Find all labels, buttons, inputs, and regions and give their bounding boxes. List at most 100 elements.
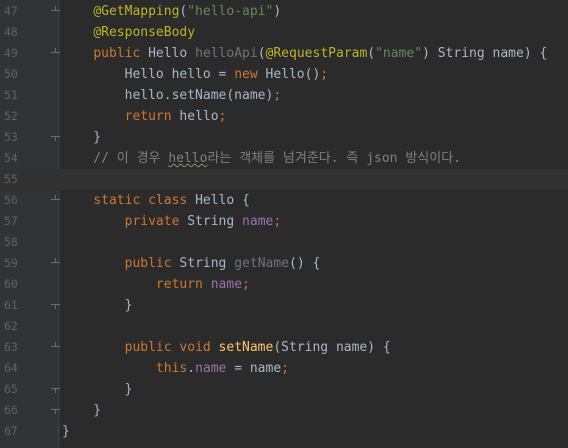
code-line[interactable]: 61 }	[0, 295, 568, 316]
code-token: helloApi	[195, 46, 258, 61]
code-text: hello.setName(name);	[62, 85, 282, 106]
line-number: 58	[4, 235, 18, 249]
code-token: public	[124, 256, 180, 271]
line-number: 67	[4, 424, 18, 438]
code-token: public void	[124, 340, 219, 355]
code-token: return	[124, 109, 180, 124]
code-token: new	[234, 67, 266, 82]
line-number: 48	[4, 25, 18, 39]
code-text: public String getName() {	[62, 253, 321, 274]
fold-collapse-icon[interactable]	[51, 48, 60, 57]
code-token: 라는 객체를 넘겨준다. 즉 json 방식이다.	[207, 151, 462, 166]
code-text: @GetMapping("hello-api")	[62, 1, 281, 22]
code-line[interactable]: 56 static class Hello {	[0, 190, 568, 211]
line-number: 64	[4, 361, 18, 375]
code-token: }	[62, 403, 102, 418]
code-text: }	[62, 400, 101, 421]
fold-collapse-icon[interactable]	[51, 342, 60, 351]
code-token: name	[195, 361, 227, 376]
fold-collapse-icon[interactable]	[51, 258, 60, 267]
code-line[interactable]: 58	[0, 232, 568, 253]
code-token: ;	[218, 109, 227, 124]
code-line[interactable]: 60 return name;	[0, 274, 568, 295]
code-text: static class Hello {	[62, 190, 250, 211]
code-token: Hello {	[195, 193, 250, 208]
fold-end-icon[interactable]	[51, 132, 60, 141]
code-token: @ResponseBody	[93, 25, 196, 40]
code-text: }	[62, 379, 133, 400]
code-token: (	[257, 46, 266, 61]
line-number: 49	[4, 46, 18, 60]
code-token: "hello-api"	[187, 4, 274, 19]
code-line[interactable]: 49 public Hello helloApi(@RequestParam("…	[0, 43, 568, 64]
fold-end-icon[interactable]	[51, 300, 60, 309]
code-token: ;	[281, 361, 289, 376]
code-line[interactable]: 66 }	[0, 400, 568, 421]
code-line[interactable]: 55	[0, 169, 568, 190]
line-number: 52	[4, 109, 18, 123]
code-token: .	[187, 361, 196, 376]
line-number: 59	[4, 256, 18, 270]
line-number: 54	[4, 151, 18, 165]
code-token: ;	[273, 214, 282, 229]
line-number: 51	[4, 88, 18, 102]
line-number: 66	[4, 403, 18, 417]
code-text: }	[62, 421, 70, 442]
code-text: }	[62, 295, 133, 316]
code-token: "name"	[375, 46, 423, 61]
code-text: private String name;	[62, 211, 282, 232]
code-line[interactable]: 51 hello.setName(name);	[0, 85, 568, 106]
code-text: public Hello helloApi(@RequestParam("nam…	[62, 43, 547, 64]
code-token: () {	[289, 256, 321, 271]
line-number: 62	[4, 319, 18, 333]
code-line[interactable]: 59 public String getName() {	[0, 253, 568, 274]
code-line[interactable]: 57 private String name;	[0, 211, 568, 232]
code-line[interactable]: 54 // 이 경우 hello라는 객체를 넘겨준다. 즉 json 방식이다…	[0, 148, 568, 169]
code-text: return hello;	[62, 106, 227, 127]
fold-collapse-icon[interactable]	[51, 195, 60, 204]
code-line[interactable]: 48 @ResponseBody	[0, 22, 568, 43]
code-token: = name	[226, 361, 282, 376]
code-text: Hello hello = new Hello();	[62, 64, 329, 85]
code-line[interactable]: 53 }	[0, 127, 568, 148]
code-text: }	[62, 127, 101, 148]
code-line[interactable]: 52 return hello;	[0, 106, 568, 127]
code-text: // 이 경우 hello라는 객체를 넘겨준다. 즉 json 방식이다.	[62, 148, 461, 169]
code-text: this.name = name;	[62, 358, 289, 379]
fold-end-icon[interactable]	[51, 405, 60, 414]
line-number: 61	[4, 298, 18, 312]
code-token: Hello	[148, 46, 196, 61]
code-token: }	[62, 130, 102, 145]
code-token: String	[179, 256, 235, 271]
code-token: }	[62, 424, 70, 439]
code-token: )	[273, 4, 282, 19]
code-line[interactable]: 67}	[0, 421, 568, 442]
code-line[interactable]: 65 }	[0, 379, 568, 400]
code-editor[interactable]: 47 @GetMapping("hello-api") 48 @ResponseB…	[0, 0, 568, 448]
code-token: setName	[218, 340, 274, 355]
code-line[interactable]: 47 @GetMapping("hello-api")	[0, 1, 568, 22]
fold-end-icon[interactable]	[51, 384, 60, 393]
code-token: static class	[93, 193, 196, 208]
fold-collapse-icon[interactable]	[51, 6, 60, 15]
code-line[interactable]: 64 this.name = name;	[0, 358, 568, 379]
line-number: 47	[4, 4, 18, 18]
code-token: Hello()	[265, 67, 321, 82]
code-line[interactable]: 63 public void setName(String name) {	[0, 337, 568, 358]
line-number: 53	[4, 130, 18, 144]
code-token: ;	[273, 88, 282, 103]
code-token: Hello hello =	[62, 67, 235, 82]
line-number: 56	[4, 193, 18, 207]
code-line[interactable]: 62	[0, 316, 568, 337]
code-token: name	[242, 214, 274, 229]
code-line[interactable]: 50 Hello hello = new Hello();	[0, 64, 568, 85]
